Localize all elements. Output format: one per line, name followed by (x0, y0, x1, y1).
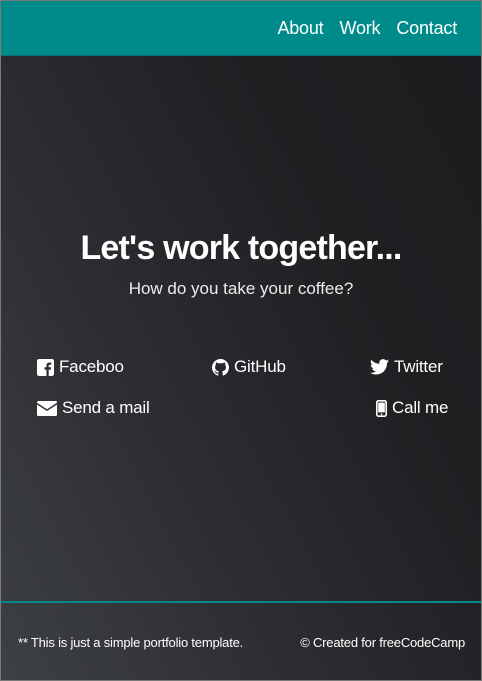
call-me-label: Call me (392, 398, 449, 417)
facebook-link[interactable]: Faceboo (37, 357, 124, 377)
page-frame: About Work Contact Let's work together..… (0, 0, 482, 681)
facebook-label: Faceboo (59, 357, 124, 376)
top-navbar: About Work Contact (1, 1, 481, 56)
footer-divider (1, 601, 481, 603)
footer-note: ** This is just a simple portfolio templ… (18, 635, 244, 650)
mobile-phone-icon (376, 399, 387, 417)
github-label: GitHub (234, 357, 286, 376)
hero-title: Let's work together... (80, 229, 402, 267)
footer-credit: © Created for freeCodeCamp (300, 635, 465, 650)
twitter-link[interactable]: Twitter (370, 357, 443, 377)
nav-about-link[interactable]: About (277, 18, 323, 39)
github-icon (212, 358, 229, 376)
nav-work-link[interactable]: Work (339, 18, 380, 39)
github-link[interactable]: GitHub (212, 357, 286, 377)
twitter-label: Twitter (394, 357, 443, 376)
twitter-icon (370, 359, 389, 375)
nav-contact-link[interactable]: Contact (396, 18, 457, 39)
send-mail-label: Send a mail (62, 398, 150, 417)
hero-subtitle: How do you take your coffee? (128, 279, 354, 298)
call-me-link[interactable]: Call me (376, 398, 448, 418)
envelope-icon (37, 400, 57, 416)
facebook-icon (37, 358, 54, 376)
send-mail-link[interactable]: Send a mail (37, 398, 150, 418)
